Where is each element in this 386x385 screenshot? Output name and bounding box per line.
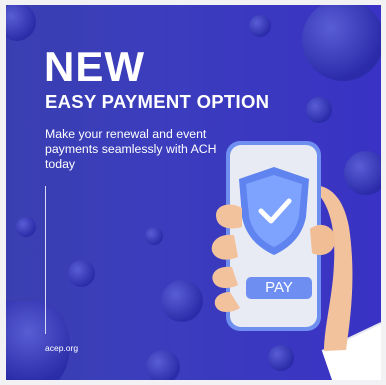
description-text: Make your renewal and event payments sea… [45, 127, 217, 171]
divider-line [45, 186, 46, 334]
headline: NEW [44, 43, 145, 90]
image-frame: NEW EASY PAYMENT OPTION Make your renewa… [0, 0, 386, 385]
promo-banner: NEW EASY PAYMENT OPTION Make your renewa… [6, 5, 381, 380]
website-link[interactable]: acep.org [45, 343, 78, 353]
pay-button-label[interactable]: PAY [246, 277, 312, 299]
subheadline: EASY PAYMENT OPTION [45, 91, 270, 112]
